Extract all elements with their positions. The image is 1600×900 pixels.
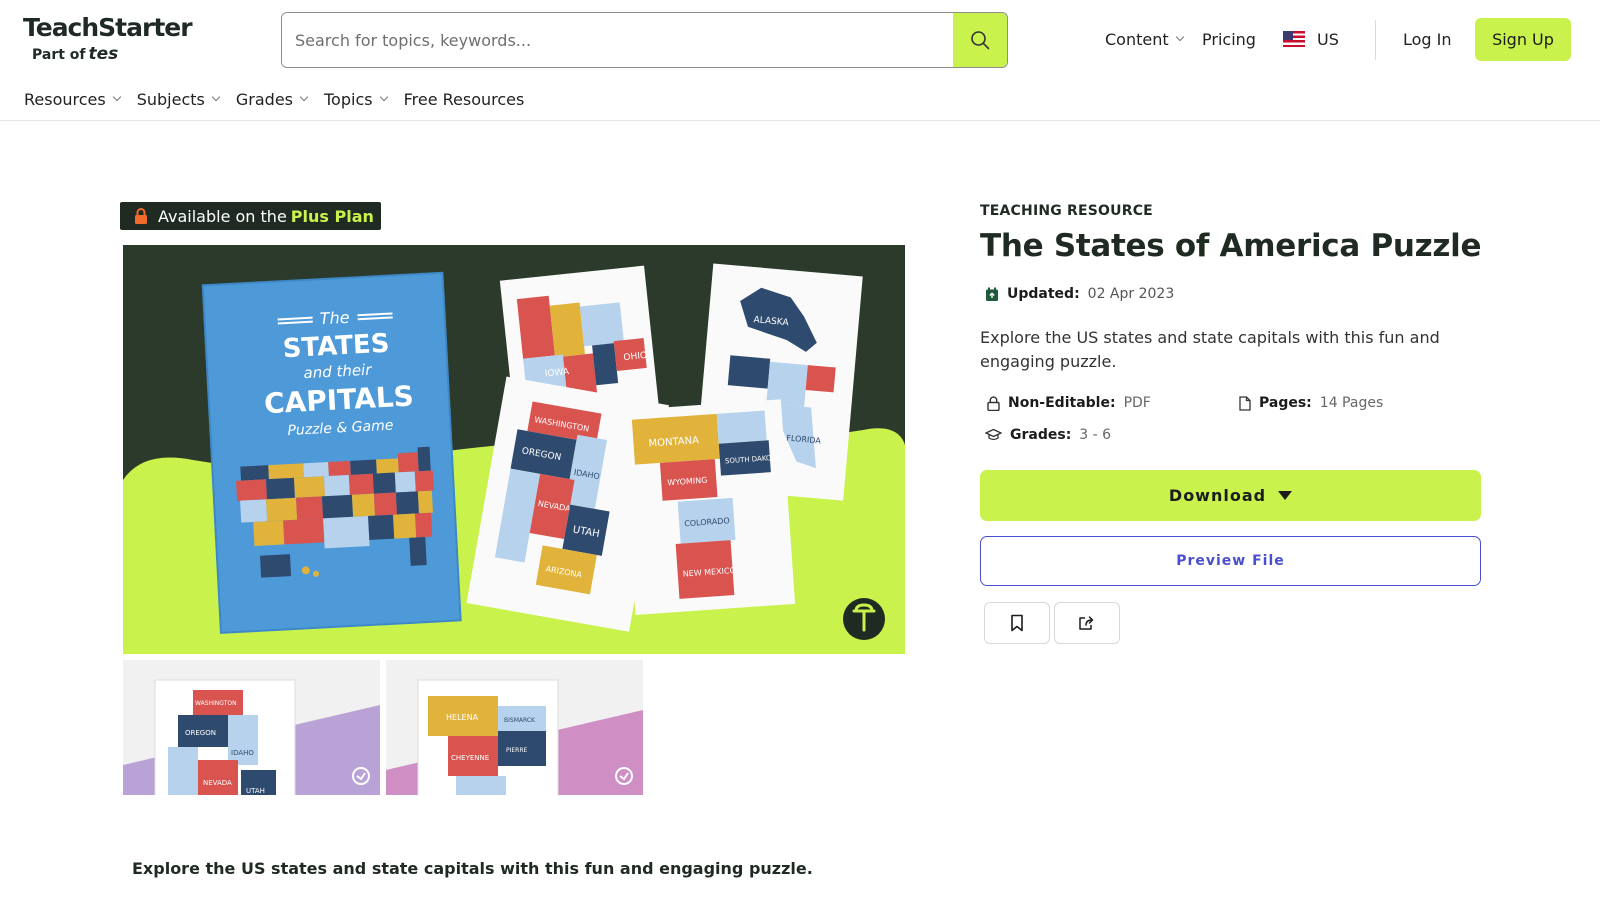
thumbnail-2[interactable]: HELENA BISMARCK PIERRE CHEYENNE xyxy=(386,660,643,795)
site-logo[interactable]: TeachStarter Part of tes xyxy=(23,13,193,65)
updated-label: Updated: xyxy=(1007,286,1080,302)
thumb2-label-pierre: PIERRE xyxy=(506,747,528,754)
poster-text-and-their: and their xyxy=(303,361,373,383)
lock-icon xyxy=(987,395,1000,411)
badge-plan: Plus Plan xyxy=(290,206,374,226)
thumb2-label-bismarck: BISMARCK xyxy=(504,717,536,724)
subnav-topics[interactable]: Topics xyxy=(324,89,388,109)
poster-text-the: The xyxy=(319,308,350,329)
thumb2-label-helena: HELENA xyxy=(446,713,479,722)
resource-description: Explore the US states and state capitals… xyxy=(980,328,1440,371)
grades-label: Grades: xyxy=(1010,427,1072,443)
poster-text-states: STATES xyxy=(282,329,390,365)
chevron-down-icon xyxy=(112,92,121,102)
subnav-grades-label: Grades xyxy=(235,89,293,109)
chevron-down-icon xyxy=(211,92,221,102)
us-flag-icon xyxy=(1283,31,1305,47)
subnav-free-resources[interactable]: Free Resources xyxy=(404,90,525,109)
full-description: Explore the US states and state capitals… xyxy=(132,859,813,878)
subnav-grades[interactable]: Grades xyxy=(235,89,309,109)
chevron-down-icon xyxy=(1175,32,1184,42)
calendar-icon xyxy=(986,287,998,301)
logo-wordmark: TeachStarter xyxy=(23,13,193,42)
nav-divider xyxy=(1375,20,1376,60)
tes-brand: tes xyxy=(88,44,119,64)
resource-type-label: TEACHING RESOURCE xyxy=(980,203,1153,219)
graduation-cap-icon xyxy=(985,428,1002,441)
thumb1-label-idaho: IDAHO xyxy=(231,749,254,757)
grades-info: Grades: 3 - 6 xyxy=(985,427,1111,443)
badge-prefix: Available on the xyxy=(158,206,287,226)
subnav-topics-label: Topics xyxy=(324,89,373,109)
pages-label: Pages: xyxy=(1259,395,1312,411)
nav-pricing[interactable]: Pricing xyxy=(1202,26,1256,52)
signup-button[interactable]: Sign Up xyxy=(1475,18,1571,61)
thumbnail-1-illustration: WASHINGTON OREGON IDAHO NEVADA UTAH xyxy=(123,660,380,795)
subnav-free-resources-label: Free Resources xyxy=(403,89,525,109)
hero-illustration: The STATES and their CAPITALS Puzzle & G… xyxy=(123,245,905,654)
search-icon xyxy=(971,31,990,50)
subnav-subjects-label: Subjects xyxy=(136,89,205,109)
thumbnail-1[interactable]: WASHINGTON OREGON IDAHO NEVADA UTAH xyxy=(123,660,380,795)
subnav-resources[interactable]: Resources xyxy=(24,89,121,109)
category-nav: Resources Subjects Grades Topics Free Re… xyxy=(24,86,541,112)
logo-subtitle: Part of tes xyxy=(32,44,192,64)
updated-date: 02 Apr 2023 xyxy=(1087,286,1175,302)
download-button[interactable]: Download xyxy=(980,470,1481,521)
editable-info: Non-Editable: PDF xyxy=(987,395,1151,411)
region-label: US xyxy=(1317,29,1339,49)
pages-value: 14 Pages xyxy=(1319,395,1384,411)
search-input[interactable] xyxy=(282,13,953,67)
document-icon xyxy=(1239,395,1251,411)
pages-info: Pages: 14 Pages xyxy=(1239,395,1383,411)
thumbnail-2-illustration: HELENA BISMARCK PIERRE CHEYENNE xyxy=(386,660,643,795)
editable-label: Non-Editable: xyxy=(1008,395,1116,411)
subnav-resources-label: Resources xyxy=(24,89,106,109)
login-link[interactable]: Log In xyxy=(1403,26,1452,52)
share-button[interactable] xyxy=(1054,602,1120,644)
caret-down-icon xyxy=(1278,491,1293,500)
nav-pricing-label: Pricing xyxy=(1202,29,1256,49)
nav-content-label: Content xyxy=(1105,29,1169,49)
subnav-subjects[interactable]: Subjects xyxy=(136,89,221,109)
thumb1-label-washington: WASHINGTON xyxy=(195,700,237,707)
bookmark-icon xyxy=(1011,614,1023,632)
logo-sub-prefix: Part of xyxy=(32,47,86,63)
chevron-down-icon xyxy=(379,92,388,102)
chevron-down-icon xyxy=(299,92,309,102)
thumb2-label-cheyenne: CHEYENNE xyxy=(451,754,489,762)
bookmark-button[interactable] xyxy=(984,602,1050,644)
search-button[interactable] xyxy=(953,13,1007,67)
header-divider xyxy=(0,120,1600,121)
share-icon xyxy=(1079,616,1094,630)
grades-value: 3 - 6 xyxy=(1079,427,1112,443)
thumb1-label-oregon: OREGON xyxy=(185,729,216,737)
resource-title: The States of America Puzzle xyxy=(980,228,1482,264)
region-selector[interactable]: US xyxy=(1283,26,1339,52)
plus-plan-badge: Available on the Plus Plan xyxy=(120,202,381,230)
download-label: Download xyxy=(1168,486,1267,505)
lock-icon xyxy=(135,208,147,224)
nav-content[interactable]: Content xyxy=(1105,26,1184,52)
preview-file-button[interactable]: Preview File xyxy=(980,536,1481,586)
login-label: Log In xyxy=(1403,29,1452,49)
thumb1-label-utah: UTAH xyxy=(246,787,265,795)
updated-info: Updated: 02 Apr 2023 xyxy=(985,286,1174,302)
thumb1-label-nevada: NEVADA xyxy=(203,779,232,787)
search-bar xyxy=(281,12,1008,68)
resource-preview-image[interactable]: The STATES and their CAPITALS Puzzle & G… xyxy=(123,245,905,654)
editable-value: PDF xyxy=(1123,395,1151,411)
